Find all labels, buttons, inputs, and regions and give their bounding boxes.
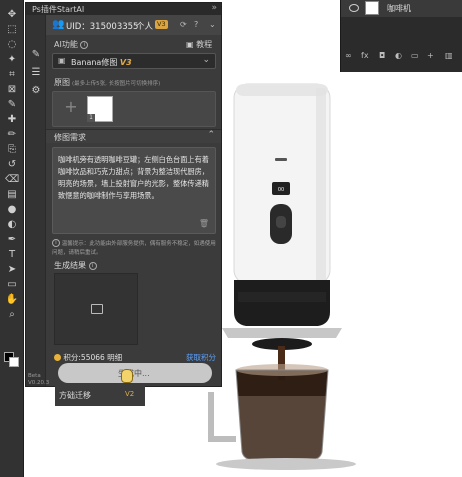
- requirement-text: 咖啡机旁有透明咖啡豆罐；左侧白色台面上有着咖啡饮品和巧克力甜点；背景为整洁现代厨…: [58, 155, 209, 200]
- thumbnail-index: 1: [87, 114, 95, 122]
- requirement-header[interactable]: 修图需求 ⌃: [46, 129, 221, 143]
- info-icon[interactable]: i: [80, 41, 89, 49]
- quick-select-tool-icon[interactable]: ✦: [5, 53, 19, 66]
- info-icon: i: [52, 239, 60, 247]
- edit-icon[interactable]: ✎: [30, 49, 42, 61]
- visibility-eye-icon[interactable]: [349, 4, 359, 12]
- result-label-text: 生成结果: [54, 261, 86, 270]
- points-detail-link[interactable]: 明细: [107, 353, 122, 362]
- hand-tool-icon[interactable]: ✋: [5, 293, 19, 306]
- chevron-up-icon[interactable]: ⌃: [207, 130, 215, 140]
- blur-tool-icon[interactable]: ●: [5, 203, 19, 216]
- plugin-title: Ps插件StartAI: [32, 5, 85, 14]
- path-select-tool-icon[interactable]: ➤: [5, 263, 19, 276]
- panel-menu-icon[interactable]: »: [211, 3, 217, 13]
- move-tool-icon[interactable]: ✥: [5, 8, 19, 21]
- generate-button[interactable]: 生成中...: [58, 363, 212, 383]
- link-icon[interactable]: ∞: [345, 52, 353, 60]
- frame-tool-icon[interactable]: ⊠: [5, 83, 19, 96]
- add-image-icon[interactable]: +: [63, 99, 79, 115]
- info-icon[interactable]: i: [88, 262, 97, 270]
- warning-notice: i 温馨提示：此功能由外部服务提供，偶有服务不稳定，如遇使用问题，请稍后重试。: [52, 239, 216, 258]
- result-image-placeholder: [54, 273, 138, 345]
- eraser-tool-icon[interactable]: ⌫: [5, 173, 19, 186]
- marquee-tool-icon[interactable]: ⬚: [5, 23, 19, 36]
- crop-tool-icon[interactable]: ⌗: [5, 68, 19, 81]
- tutorial-link[interactable]: ▣ 教程: [186, 39, 212, 50]
- healing-tool-icon[interactable]: ✚: [5, 113, 19, 126]
- tutorial-text: 教程: [196, 40, 213, 49]
- stamp-tool-icon[interactable]: ⎘: [5, 143, 19, 156]
- original-image-box: + 1: [52, 91, 216, 127]
- ai-function-text: AI功能: [54, 40, 78, 49]
- help-icon[interactable]: ?: [194, 20, 198, 29]
- points-display: 积分:55066 明细: [54, 352, 122, 363]
- plugin-titlebar[interactable]: Ps插件StartAI »: [26, 3, 221, 15]
- model-version-badge: V3: [119, 58, 132, 67]
- model-select-value: Banana修图 V3: [71, 57, 132, 68]
- layers-stack-icon[interactable]: ☰: [30, 67, 42, 79]
- result-label: 生成结果 i: [54, 260, 97, 271]
- coin-icon: [54, 354, 61, 361]
- requirement-label: 修图需求: [54, 133, 86, 142]
- account-bar[interactable]: 👥 UID：315003355 个人 V3 ⟳ ? ⌄: [46, 15, 221, 35]
- history-badge: V2: [125, 390, 135, 398]
- new-layer-icon[interactable]: +: [427, 52, 435, 60]
- layers-panel: 咖啡机 ∞ fx ◘ ◐ ▭ + ▥: [340, 0, 462, 72]
- rectangle-tool-icon[interactable]: ▭: [5, 278, 19, 291]
- original-label: 原图: [54, 78, 70, 87]
- dodge-tool-icon[interactable]: ◐: [5, 218, 19, 231]
- pen-tool-icon[interactable]: ✒: [5, 233, 19, 246]
- refresh-icon[interactable]: ⟳: [180, 20, 187, 29]
- ai-function-label: AI功能 i: [54, 39, 89, 50]
- user-group-icon: 👥: [52, 19, 65, 30]
- hand-cursor-icon: [121, 369, 133, 383]
- clear-trash-icon[interactable]: 🗑: [199, 219, 209, 228]
- lasso-tool-icon[interactable]: ◌: [5, 38, 19, 51]
- vip-badge: V3: [155, 20, 168, 29]
- eyedropper-tool-icon[interactable]: ✎: [5, 98, 19, 111]
- history-brush-tool-icon[interactable]: ↺: [5, 158, 19, 171]
- plugin-side-nav: ✎ ☰ ⚙: [26, 15, 46, 386]
- brush-tool-icon[interactable]: ✏: [5, 128, 19, 141]
- mask-icon[interactable]: ◘: [379, 52, 387, 60]
- warning-text: 温馨提示：此功能由外部服务提供，偶有服务不稳定，如遇使用问题，请稍后重试。: [52, 241, 216, 256]
- layers-bottom-bar: ∞ fx ◘ ◐ ▭ + ▥: [341, 48, 462, 66]
- points-value: 积分:55066: [63, 353, 105, 362]
- svg-text:00: 00: [278, 187, 284, 193]
- model-select[interactable]: ▣ Banana修图 V3 ⌄: [52, 53, 216, 69]
- uid-text: UID：315003355: [66, 22, 139, 32]
- folder-icon[interactable]: ▭: [411, 52, 419, 60]
- image-placeholder-icon: [91, 304, 103, 314]
- layer-name: 咖啡机: [387, 4, 411, 13]
- original-hint: (最多上传5张, 长按图片可切换排序): [72, 81, 161, 87]
- layer-thumbnail: [365, 1, 379, 15]
- tools-panel: ✥ ⬚ ◌ ✦ ⌗ ⊠ ✎ ✚ ✏ ⎘ ↺ ⌫ ▤ ● ◐ ✒ T ➤ ▭ ✋ ⌕: [0, 0, 24, 477]
- chevron-down-icon: ⌄: [202, 55, 210, 65]
- layer-row[interactable]: 咖啡机: [341, 0, 462, 17]
- adjustment-icon[interactable]: ◐: [395, 52, 403, 60]
- startai-plugin-panel: Ps插件StartAI » ✎ ☰ ⚙ 👥 UID：315003355 个人 V…: [25, 2, 222, 387]
- settings-gear-icon[interactable]: ⚙: [30, 85, 42, 97]
- account-role: 个人: [136, 22, 154, 32]
- zoom-tool-icon[interactable]: ⌕: [5, 308, 19, 321]
- gradient-tool-icon[interactable]: ▤: [5, 188, 19, 201]
- history-panel-item[interactable]: 方础迁移 V2: [55, 386, 145, 406]
- chevron-down-icon[interactable]: ⌄: [209, 20, 216, 29]
- requirement-textarea[interactable]: 咖啡机旁有透明咖啡豆罐；左侧白色台面上有着咖啡饮品和巧克力甜点；背景为整洁现代厨…: [52, 147, 216, 234]
- model-name: Banana修图: [71, 58, 118, 67]
- trash-icon[interactable]: ▥: [445, 52, 453, 60]
- fx-icon[interactable]: fx: [361, 52, 369, 60]
- type-tool-icon[interactable]: T: [5, 248, 19, 261]
- background-color-swatch[interactable]: [9, 357, 19, 367]
- get-points-link[interactable]: 获取积分: [186, 352, 216, 363]
- beta-version: Beta V0.20.3: [28, 373, 50, 386]
- history-item-label: 方础迁移: [59, 391, 91, 400]
- image-icon: ▣: [58, 56, 66, 65]
- coffee-maker-image: 00: [208, 83, 356, 470]
